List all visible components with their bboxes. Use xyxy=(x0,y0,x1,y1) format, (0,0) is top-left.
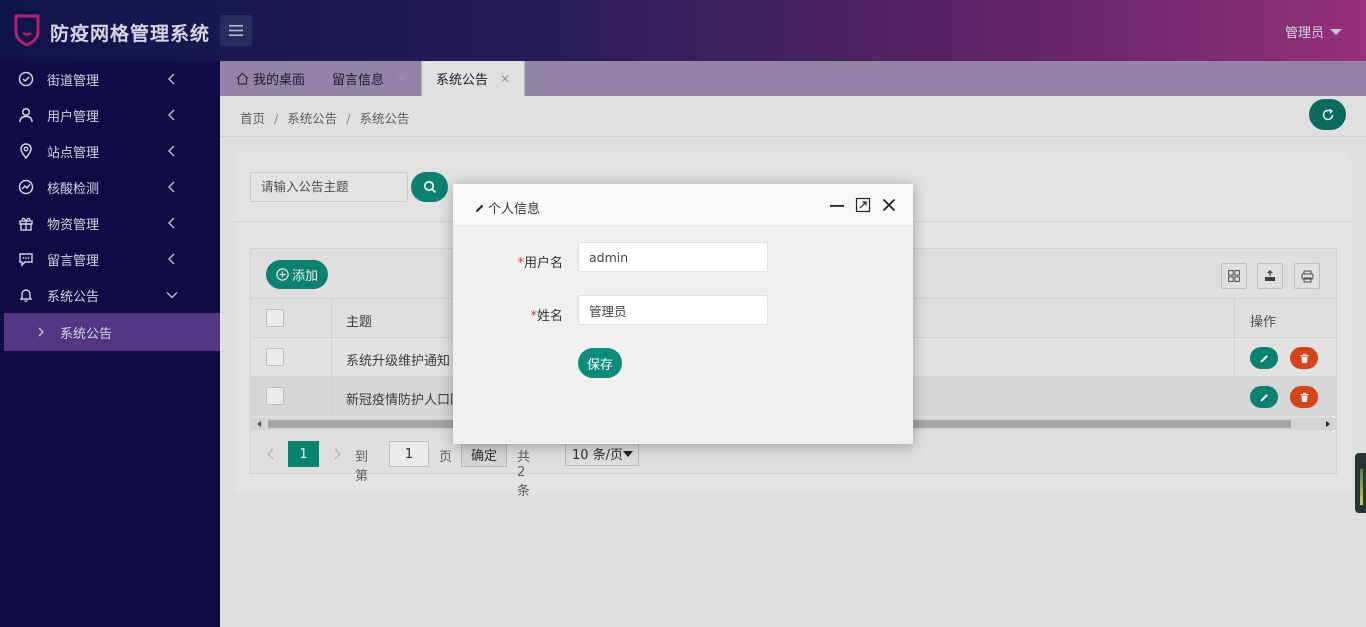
profile-dialog: 个人信息 *用户名 admin *姓名 管理员 保存 xyxy=(453,184,913,444)
dialog-header: 个人信息 xyxy=(453,184,913,226)
username-label-text: 用户名 xyxy=(523,256,563,271)
pencil-icon xyxy=(476,204,484,212)
dialog-title-text: 个人信息 xyxy=(488,202,541,217)
username-value: admin xyxy=(589,249,629,265)
close-icon[interactable] xyxy=(881,197,897,213)
save-button[interactable]: 保存 xyxy=(578,348,622,378)
minimize-icon[interactable] xyxy=(829,197,845,213)
fullname-label: *姓名 xyxy=(453,305,563,324)
fullname-field[interactable]: 管理员 xyxy=(578,295,768,325)
fullname-value: 管理员 xyxy=(589,303,627,319)
dialog-title: 个人信息 xyxy=(475,198,540,217)
username-label: *用户名 xyxy=(453,252,563,271)
maximize-icon[interactable] xyxy=(855,197,871,213)
fullname-label-text: 姓名 xyxy=(536,309,563,324)
username-field[interactable]: admin xyxy=(578,242,768,272)
